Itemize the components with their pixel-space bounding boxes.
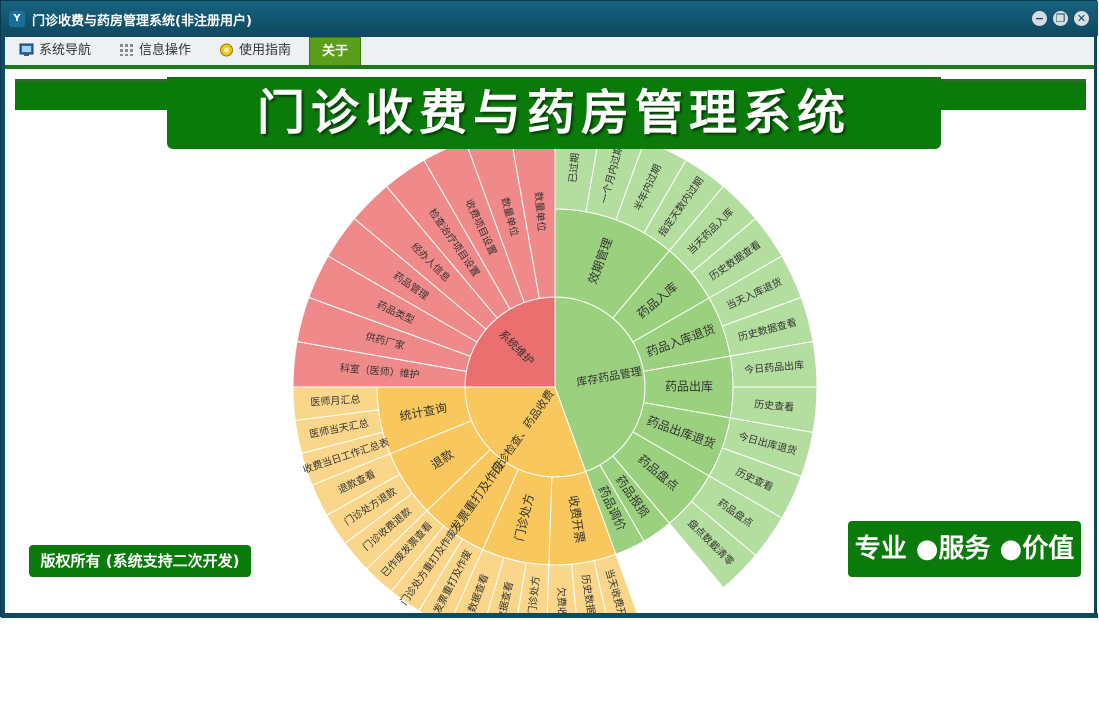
banner-title: 门诊收费与药房管理系统 [167, 77, 941, 149]
sunburst-leaf-label: 欠费收费 [555, 587, 569, 613]
app-icon: Y [9, 11, 25, 27]
minimize-button[interactable]: − [1032, 11, 1047, 26]
restore-button[interactable]: ❐ [1053, 11, 1068, 26]
sunburst-category-label: 药品出库 [665, 379, 713, 394]
menu-about[interactable]: 关于 [309, 37, 362, 67]
monitor-icon [19, 43, 34, 56]
menu-system-nav[interactable]: 系统导航 [13, 37, 99, 65]
menu-label: 信息操作 [139, 43, 192, 58]
close-button[interactable]: ✕ [1074, 11, 1089, 26]
menu-bar: 系统导航 信息操作 使用指南 关于 [5, 37, 1094, 67]
window-bottom-border [1, 613, 1098, 618]
main-content: 系统维护 科室（医师）维护 供药厂家 药品类型 药品管理 经办人信息 检查治疗项目设置 收费项… [5, 69, 1094, 613]
app-window: Y 门诊收费与药房管理系统(非注册用户) − ❐ ✕ 系统导航 信息操作 使用指… [0, 0, 1098, 618]
menu-label: 关于 [322, 44, 349, 59]
grid-icon [120, 44, 133, 56]
menu-label: 使用指南 [239, 43, 292, 58]
copyright-label: 版权所有 (系统支持二次开发) [29, 545, 251, 577]
title-bar: Y 门诊收费与药房管理系统(非注册用户) − ❐ ✕ [1, 1, 1098, 36]
menu-info-ops[interactable]: 信息操作 [113, 37, 199, 65]
menu-label: 系统导航 [39, 43, 92, 58]
menu-user-guide[interactable]: 使用指南 [213, 37, 299, 65]
bulb-icon [220, 43, 233, 57]
slogan-label: 专业 ●服务 ●价值 [848, 521, 1081, 577]
window-title: 门诊收费与药房管理系统(非注册用户) [32, 14, 252, 29]
